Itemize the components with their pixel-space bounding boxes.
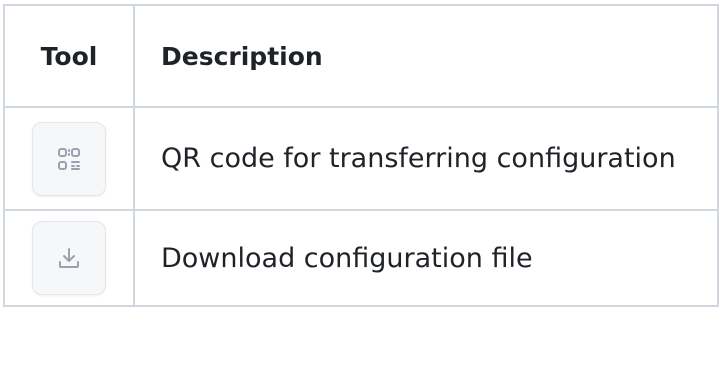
- header-description: Description: [133, 4, 719, 108]
- qr-code-icon: [58, 147, 80, 170]
- header-tool: Tool: [3, 4, 135, 108]
- description-cell: Download configuration file: [133, 209, 719, 307]
- qr-code-button[interactable]: [32, 121, 106, 196]
- download-button[interactable]: [32, 221, 106, 295]
- download-icon: [59, 248, 79, 268]
- table-header-row: Tool Description: [3, 4, 719, 108]
- tool-cell: [3, 106, 135, 211]
- tool-cell: [3, 209, 135, 307]
- tools-table-container: Tool Description QR code for transferrin…: [0, 0, 723, 379]
- description-cell: QR code for transferring configuration: [133, 106, 719, 211]
- tools-table: Tool Description QR code for transferrin…: [3, 4, 719, 307]
- table-row: QR code for transferring configuration: [3, 106, 719, 211]
- table-row: Download configuration file: [3, 209, 719, 307]
